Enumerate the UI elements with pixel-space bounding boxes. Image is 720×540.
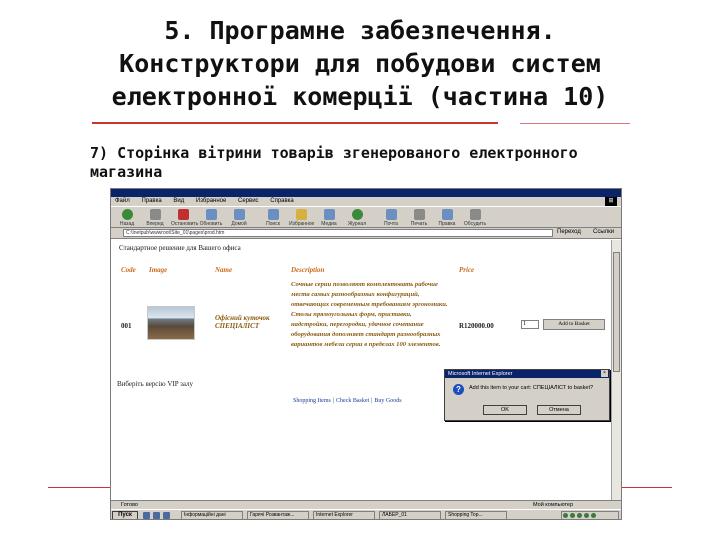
status-bar: Готово Мой компьютер [111, 500, 621, 509]
quicklaunch-ie-icon[interactable] [153, 512, 160, 519]
product-price: R120000.00 [459, 322, 494, 330]
product-image [147, 306, 195, 340]
question-icon: ? [453, 384, 464, 395]
home-button[interactable]: Домой [227, 209, 251, 227]
search-icon [267, 209, 279, 220]
mail-icon [385, 209, 397, 220]
scrollbar-thumb[interactable] [613, 252, 620, 372]
forward-arrow-icon [149, 209, 161, 220]
taskbar-item-3[interactable]: Internet Explorer [313, 511, 375, 519]
browser-toolbar: Назад Вперед Остановить Обновить Домой П… [111, 206, 621, 228]
dialog-message: Add this item to your cart: СПЕЦІАЛІСТ t… [469, 385, 594, 391]
subtitle-line-2: магазина [90, 163, 163, 181]
menu-file[interactable]: Файл [115, 198, 130, 204]
taskbar: Пуск Інформаційні дані Гарячі Розвантаж.… [111, 509, 621, 519]
tray-icon[interactable] [591, 513, 596, 518]
discuss-button[interactable]: Обсудить [463, 209, 487, 227]
zone-text: Мой компьютер [533, 502, 574, 508]
footer-links: Shopping Items | Check Basket | Buy Goods [293, 398, 402, 404]
refresh-button[interactable]: Обновить [199, 209, 223, 227]
slide-title-line-1: 5. Програмне забезпечення. [164, 16, 556, 45]
go-button[interactable]: Переход [557, 229, 581, 235]
start-button[interactable]: Пуск [112, 511, 138, 519]
close-icon[interactable]: × [601, 370, 608, 377]
cancel-button[interactable]: Отмена [537, 405, 581, 415]
printer-icon [413, 209, 425, 220]
shopping-items-link[interactable]: Shopping Items [293, 398, 331, 404]
ok-button[interactable]: OK [483, 405, 527, 415]
browser-titlebar [111, 189, 621, 197]
subtitle-line-1: 7) Сторінка вітрини товарів згенерованог… [90, 144, 578, 162]
edit-button[interactable]: Правка [435, 209, 459, 227]
quantity-input[interactable]: 1 [521, 320, 539, 329]
tray-icon[interactable] [563, 513, 568, 518]
confirm-dialog: Microsoft Internet Explorer × ? Add this… [444, 369, 610, 421]
search-button[interactable]: Поиск [261, 209, 285, 227]
address-bar: C:\Inetpub\wwwroot\Site_01\pages\prod.ht… [111, 228, 621, 239]
menu-tools[interactable]: Сервис [238, 198, 259, 204]
links-button[interactable]: Ссылки [593, 229, 614, 235]
taskbar-item-2[interactable]: Гарячі Розвантаж... [247, 511, 309, 519]
slide-title-line-3: електронної комерції (частина 10) [111, 82, 609, 111]
tray-icon[interactable] [584, 513, 589, 518]
menu-help[interactable]: Справка [270, 198, 294, 204]
product-code: 001 [121, 322, 132, 330]
column-code: Code [121, 266, 136, 274]
windows-logo-icon: ⊞ [605, 197, 617, 206]
title-divider [92, 122, 498, 124]
tray-icon[interactable] [570, 513, 575, 518]
favorites-button[interactable]: Избранное [289, 209, 314, 227]
stop-icon [177, 209, 189, 220]
vertical-scrollbar[interactable] [611, 240, 621, 500]
media-icon [323, 209, 335, 220]
menu-edit[interactable]: Правка [141, 198, 161, 204]
home-icon [233, 209, 245, 220]
column-description: Description [291, 266, 325, 274]
forward-button[interactable]: Вперед [143, 209, 167, 227]
store-page: Стандартное решение для Вашего офиса Cod… [111, 240, 613, 500]
browser-screenshot: Файл Правка Вид Избранное Сервис Справка… [110, 188, 622, 520]
bottom-divider-left [48, 487, 110, 488]
slide-title-line-2: Конструктори для побудови систем [119, 49, 601, 78]
tray-icon[interactable] [577, 513, 582, 518]
column-price: Price [459, 266, 475, 274]
mail-button[interactable]: Почта [379, 209, 403, 227]
add-to-basket-button[interactable]: Add to Basket [543, 319, 605, 330]
column-image: Image [149, 266, 168, 274]
status-text: Готово [121, 502, 138, 508]
menu-view[interactable]: Вид [173, 198, 184, 204]
history-icon [351, 209, 363, 220]
browser-menubar: Файл Правка Вид Избранное Сервис Справка… [111, 197, 621, 206]
bottom-divider-right [622, 487, 672, 488]
discuss-icon [469, 209, 481, 220]
back-arrow-icon [121, 209, 133, 220]
system-tray [561, 511, 619, 519]
dialog-title: Microsoft Internet Explorer × [445, 370, 609, 378]
column-name: Name [215, 266, 233, 274]
store-heading: Стандартное решение для Вашего офиса [119, 244, 241, 252]
print-button[interactable]: Печать [407, 209, 431, 227]
quicklaunch-mail-icon[interactable] [163, 512, 170, 519]
taskbar-item-1[interactable]: Інформаційні дані [181, 511, 243, 519]
title-divider-right [520, 123, 630, 124]
back-button[interactable]: Назад [115, 209, 139, 227]
media-button[interactable]: Медиа [317, 209, 341, 227]
star-icon [295, 209, 307, 220]
vip-version-link[interactable]: Виберіть версію VIP залу [117, 380, 193, 388]
quicklaunch-desktop-icon[interactable] [143, 512, 150, 519]
check-basket-link[interactable]: Check Basket [336, 398, 369, 404]
product-name-link[interactable]: Офісний куточок СПЕЦІАЛІСТ [215, 314, 279, 330]
taskbar-item-5[interactable]: Shopping Top... [445, 511, 507, 519]
stop-button[interactable]: Остановить [171, 209, 198, 227]
address-input[interactable]: C:\Inetpub\wwwroot\Site_01\pages\prod.ht… [123, 229, 553, 237]
history-button[interactable]: Журнал [345, 209, 369, 227]
menu-favorites[interactable]: Избранное [196, 198, 226, 204]
edit-icon [441, 209, 453, 220]
taskbar-item-4[interactable]: ЛАБЕР_01 [379, 511, 441, 519]
buy-goods-link[interactable]: Buy Goods [374, 398, 401, 404]
slide-subtitle: 7) Сторінка вітрини товарів згенерованог… [90, 144, 650, 182]
refresh-icon [205, 209, 217, 220]
slide-title: 5. Програмне забезпечення. Конструктори … [40, 14, 680, 113]
